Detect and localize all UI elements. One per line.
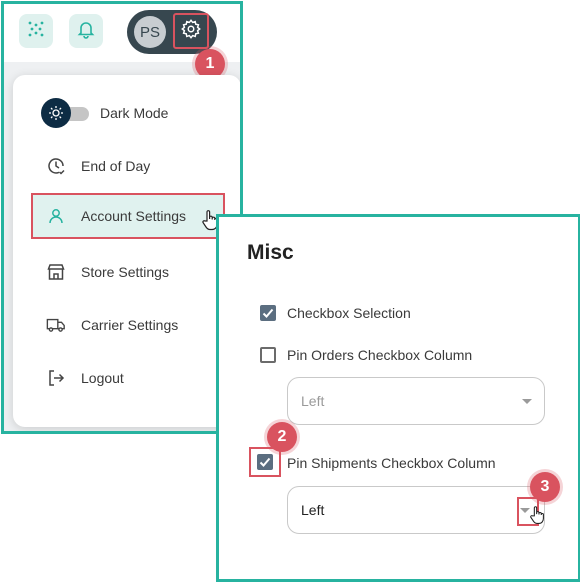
hand-pointer-icon <box>529 505 545 530</box>
menu-item-end-of-day[interactable]: End of Day <box>13 143 240 189</box>
menu-item-account-settings[interactable]: Account Settings <box>31 193 225 239</box>
clock-check-icon <box>46 156 66 176</box>
pin-shipments-checkbox[interactable] <box>257 454 273 470</box>
truck-icon <box>46 315 66 335</box>
checkbox-selection-checkbox[interactable] <box>260 305 276 321</box>
menu-item-logout[interactable]: Logout <box>13 355 240 401</box>
select-value: Left <box>301 393 325 409</box>
gear-icon <box>180 18 202 45</box>
bell-icon <box>76 19 96 44</box>
notifications-button[interactable] <box>69 14 103 48</box>
dark-mode-toggle[interactable] <box>41 98 91 128</box>
checkmark-icon <box>259 457 271 467</box>
menu-item-label: End of Day <box>81 158 151 174</box>
menu-item-store-settings[interactable]: Store Settings <box>13 249 240 295</box>
logout-icon <box>46 368 66 388</box>
store-icon <box>46 262 66 282</box>
checkmark-icon <box>262 308 274 318</box>
dots-grid-icon <box>26 19 46 44</box>
pin-orders-checkbox[interactable] <box>260 347 276 363</box>
apps-button[interactable] <box>19 14 53 48</box>
step-badge-3: 3 <box>530 472 560 502</box>
top-bar: PS 1 <box>4 4 240 79</box>
menu-item-dark-mode[interactable]: Dark Mode <box>13 90 240 136</box>
menu-item-label: Dark Mode <box>100 105 169 121</box>
settings-button[interactable] <box>173 13 209 49</box>
checkbox-selection-label: Checkbox Selection <box>287 305 411 321</box>
section-title: Misc <box>247 241 294 264</box>
menu-item-carrier-settings[interactable]: Carrier Settings <box>13 302 240 348</box>
pin-shipments-position-select[interactable]: Left <box>287 486 545 534</box>
sun-icon <box>41 98 71 128</box>
chevron-down-icon[interactable] <box>522 399 532 404</box>
menu-item-label: Store Settings <box>81 264 169 280</box>
avatar[interactable]: PS <box>134 16 166 48</box>
profile-pill[interactable]: PS <box>127 10 217 54</box>
select-value: Left <box>301 502 325 518</box>
misc-settings-panel: Misc Checkbox Selection Pin Orders Check… <box>216 214 580 582</box>
pin-shipments-label: Pin Shipments Checkbox Column <box>287 455 496 471</box>
user-menu-panel: PS 1 Dark Mode End of Day Account Settin… <box>1 1 243 434</box>
menu-item-label: Logout <box>81 370 124 386</box>
menu-item-label: Account Settings <box>81 208 187 224</box>
menu-item-label: Carrier Settings <box>81 317 179 333</box>
user-icon <box>46 206 66 226</box>
pin-orders-label: Pin Orders Checkbox Column <box>287 347 473 363</box>
pin-orders-position-select[interactable]: Left <box>287 377 545 425</box>
settings-dropdown-menu: Dark Mode End of Day Account Settings St… <box>13 75 240 427</box>
